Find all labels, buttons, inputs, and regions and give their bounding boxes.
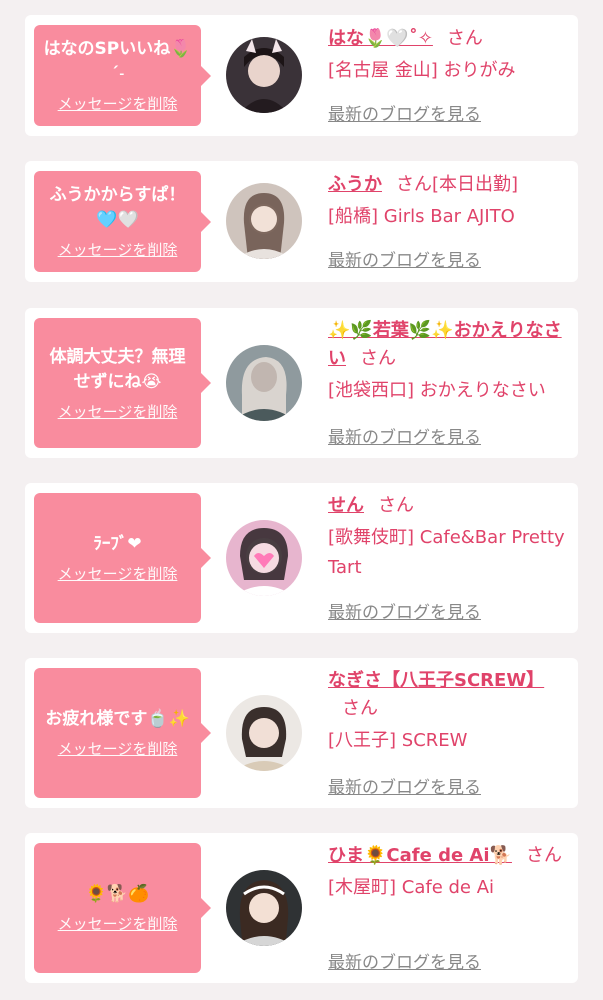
message-card: ﾗｰﾌﾞ❤ メッセージを削除 せん さん [歌舞伎町] Cafe&Bar Pret… xyxy=(25,483,578,633)
avatar[interactable] xyxy=(226,520,302,596)
shop-info: [名古屋 金山] おりがみ xyxy=(328,60,516,81)
shop-info: [木屋町] Cafe de Ai xyxy=(328,877,495,898)
message-text: ﾗｰﾌﾞ❤ xyxy=(93,534,142,554)
latest-blog-link[interactable]: 最新のブログを見る xyxy=(328,423,481,448)
delete-message-button[interactable]: メッセージを削除 xyxy=(58,738,178,759)
delete-message-button[interactable]: メッセージを削除 xyxy=(58,563,178,584)
message-text: はなのSPいいね🌷ˊ˗ xyxy=(43,39,192,84)
cast-name-link[interactable]: なぎさ【八王子SCREW】 xyxy=(328,670,544,691)
avatar[interactable] xyxy=(226,183,302,259)
message-text: ふうかからすぱ！🩵🤍 xyxy=(49,185,186,230)
message-card: はなのSPいいね🌷ˊ˗ メッセージを削除 はな🌷🤍˚✧ さん [名古屋 金山] お… xyxy=(25,15,578,136)
shop-info: [池袋西口] おかえりなさい xyxy=(328,380,546,401)
shop-info: [船橋] Girls Bar AJITO xyxy=(328,206,515,227)
honorific: さん xyxy=(525,845,562,866)
avatar[interactable] xyxy=(226,345,302,421)
honorific: さん xyxy=(446,28,483,49)
cast-name-link[interactable]: ひま🌻Cafe de Ai🐕 xyxy=(328,845,512,866)
message-text: 体調大丈夫？無理せずにね😭 xyxy=(49,346,186,392)
latest-blog-link[interactable]: 最新のブログを見る xyxy=(328,598,481,623)
shop-info: [歌舞伎町] Cafe&Bar Pretty Tart xyxy=(328,527,565,578)
honorific: さん xyxy=(378,495,414,516)
message-bubble: 体調大丈夫？無理せずにね😭 メッセージを削除 xyxy=(34,318,211,448)
avatar[interactable] xyxy=(226,37,302,113)
avatar[interactable] xyxy=(226,870,302,946)
profile-info: ふうか さん[本日出勤] [船橋] Girls Bar AJITO xyxy=(328,171,566,232)
latest-blog-link[interactable]: 最新のブログを見る xyxy=(328,948,481,973)
message-card: ふうかからすぱ！🩵🤍 メッセージを削除 ふうか さん[本日出勤] [船橋] Gir… xyxy=(25,161,578,282)
cast-name-link[interactable]: せん xyxy=(328,495,364,516)
profile-info: ✨🌿若葉🌿✨おかえりなさい さん [池袋西口] おかえりなさい xyxy=(328,317,566,406)
delete-message-button[interactable]: メッセージを削除 xyxy=(58,913,178,934)
message-bubble: お疲れ様です🍵✨ メッセージを削除 xyxy=(34,668,211,798)
message-card: 🌻🐕🍊 メッセージを削除 ひま🌻Cafe de Ai🐕 さん [木屋町] Cafe… xyxy=(25,833,578,983)
latest-blog-link[interactable]: 最新のブログを見る xyxy=(328,246,481,271)
message-list: はなのSPいいね🌷ˊ˗ メッセージを削除 はな🌷🤍˚✧ さん [名古屋 金山] お… xyxy=(0,0,603,1000)
message-bubble: ﾗｰﾌﾞ❤ メッセージを削除 xyxy=(34,493,211,623)
profile-info: はな🌷🤍˚✧ さん [名古屋 金山] おりがみ xyxy=(328,25,566,86)
honorific: さん xyxy=(360,348,396,369)
message-card: 体調大丈夫？無理せずにね😭 メッセージを削除 ✨🌿若葉🌿✨おかえりなさい さん [… xyxy=(25,308,578,458)
profile-info: せん さん [歌舞伎町] Cafe&Bar Pretty Tart xyxy=(328,492,566,583)
profile-info: ひま🌻Cafe de Ai🐕 さん [木屋町] Cafe de Ai xyxy=(328,842,566,903)
avatar[interactable] xyxy=(226,695,302,771)
delete-message-button[interactable]: メッセージを削除 xyxy=(58,239,178,260)
message-bubble: はなのSPいいね🌷ˊ˗ メッセージを削除 xyxy=(34,25,211,126)
profile-info: なぎさ【八王子SCREW】さん [八王子] SCREW xyxy=(328,667,566,756)
honorific: さん[本日出勤] xyxy=(396,174,519,195)
shop-info: [八王子] SCREW xyxy=(328,730,468,751)
message-bubble: 🌻🐕🍊 メッセージを削除 xyxy=(34,843,211,973)
cast-name-link[interactable]: ふうか xyxy=(328,174,382,195)
message-card: お疲れ様です🍵✨ メッセージを削除 なぎさ【八王子SCREW】さん [八王子] … xyxy=(25,658,578,808)
message-text: 🌻🐕🍊 xyxy=(85,884,150,904)
message-text: お疲れ様です🍵✨ xyxy=(45,709,190,729)
delete-message-button[interactable]: メッセージを削除 xyxy=(58,93,178,114)
honorific: さん xyxy=(342,698,378,719)
latest-blog-link[interactable]: 最新のブログを見る xyxy=(328,773,481,798)
cast-name-link[interactable]: はな🌷🤍˚✧ xyxy=(328,28,433,49)
delete-message-button[interactable]: メッセージを削除 xyxy=(58,401,178,422)
message-bubble: ふうかからすぱ！🩵🤍 メッセージを削除 xyxy=(34,171,211,272)
latest-blog-link[interactable]: 最新のブログを見る xyxy=(328,100,481,125)
